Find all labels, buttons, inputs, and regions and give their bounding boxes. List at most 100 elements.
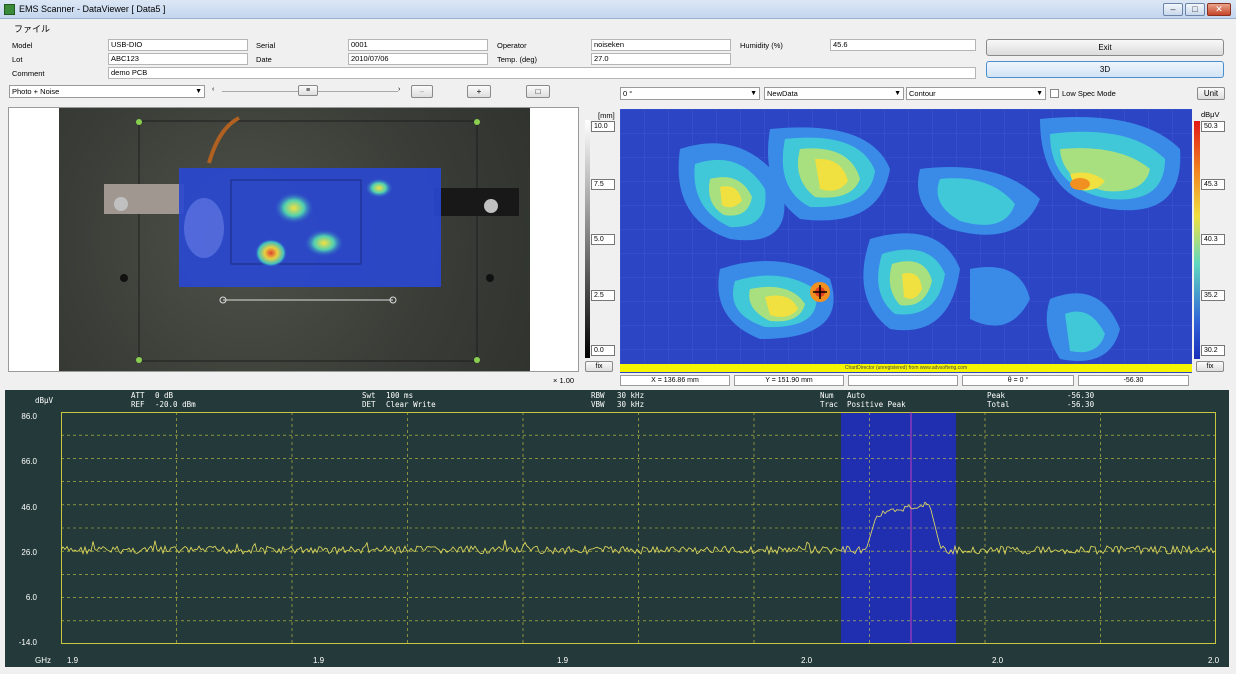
status-x: X = 136.86 mm (620, 375, 730, 386)
peak-value: -56.30 (1067, 391, 1095, 400)
contour-plot (620, 109, 1192, 373)
slider-left-arrow-icon[interactable]: ‹ (212, 86, 214, 93)
view-mode-select[interactable]: Photo + Noise ▼ (9, 85, 205, 98)
window-title: EMS Scanner - DataViewer [ Data5 ] (19, 4, 166, 14)
status-y: Y = 151.90 mm (734, 375, 844, 386)
det-value: Clear Write (386, 400, 436, 409)
plus-button[interactable]: + (467, 85, 491, 98)
app-icon (4, 4, 15, 15)
trac-label: Trac (820, 400, 839, 409)
spectrum-y-tick: 66.0 (21, 457, 37, 466)
colorbar (1194, 121, 1200, 359)
vbw-value: 30 kHz (617, 400, 645, 409)
contour-map[interactable] (620, 109, 1192, 373)
angle-value: 0 ° (623, 89, 633, 98)
contour-z-tick: 35.2 (1201, 290, 1225, 301)
contour-y-unit: [mm] (598, 111, 615, 120)
contour-y-tick: 7.5 (591, 179, 615, 190)
close-button[interactable]: ✕ (1207, 3, 1231, 16)
exit-button[interactable]: Exit (986, 39, 1224, 56)
contour-z-tick: 30.2 (1201, 345, 1225, 356)
title-bar: EMS Scanner - DataViewer [ Data5 ] – □ ✕ (0, 0, 1236, 19)
menu-bar: ファイル (0, 19, 1236, 36)
view-mode-value: Photo + Noise (12, 87, 60, 96)
angle-select[interactable]: 0 ° ▼ (620, 87, 760, 100)
ref-value: -20.0 dBm (155, 400, 196, 409)
slider-right-arrow-icon[interactable]: › (398, 86, 400, 93)
spectrum-panel[interactable]: dBμV ATT 0 dB REF -20.0 dBm Swt 100 ms D… (5, 390, 1229, 667)
slider-thumb[interactable]: ≡ (298, 85, 318, 96)
status-value: -56.30 (1078, 375, 1189, 386)
contour-z-tick: 40.3 (1201, 234, 1225, 245)
low-spec-checkbox[interactable] (1050, 89, 1059, 98)
trac-value: Positive Peak (847, 400, 906, 409)
det-label: DET (362, 400, 376, 409)
contour-z-unit: dBμV (1201, 110, 1220, 119)
spectrum-x-tick: 1.9 (67, 656, 79, 665)
menu-file[interactable]: ファイル (14, 22, 50, 35)
contour-y-tick: 10.0 (591, 121, 615, 132)
minimize-button[interactable]: – (1163, 3, 1183, 16)
spectrum-x-tick: 2.0 (801, 656, 813, 665)
comment-label: Comment (12, 69, 45, 78)
chevron-down-icon: ▼ (1036, 90, 1043, 97)
rbw-value: 30 kHz (617, 391, 645, 400)
status-empty (848, 375, 958, 386)
spectrum-x-tick: 2.0 (992, 656, 1004, 665)
humidity-field[interactable]: 45.6 (830, 39, 976, 51)
total-value: -56.30 (1067, 400, 1095, 409)
temp-label: Temp. (deg) (497, 55, 538, 64)
spectrum-y-unit: dBμV (35, 396, 54, 405)
contour-y-tick: 2.5 (591, 290, 615, 301)
square-button[interactable]: □ (526, 85, 550, 98)
spectrum-x-tick: 2.0 (1208, 656, 1220, 665)
3d-button[interactable]: 3D (986, 61, 1224, 78)
contour-y-tick: 0.0 (591, 345, 615, 356)
swt-label: Swt (362, 391, 376, 400)
dataset-select[interactable]: NewData ▼ (764, 87, 904, 100)
spectrum-plot (61, 412, 1216, 644)
model-label: Model (12, 41, 33, 50)
rbw-label: RBW (591, 391, 605, 400)
operator-field[interactable]: noiseken (591, 39, 731, 51)
spectrum-y-tick: 46.0 (21, 503, 37, 512)
status-theta: θ = 0 ° (962, 375, 1074, 386)
maximize-button[interactable]: □ (1185, 3, 1205, 16)
humidity-label: Humidity (%) (740, 41, 783, 50)
plot-type-select[interactable]: Contour ▼ (906, 87, 1046, 100)
peak-label: Peak (987, 391, 1006, 400)
image-slider[interactable]: ‹ ≡ › (212, 85, 408, 98)
comment-field[interactable]: demo PCB (108, 67, 976, 79)
fix-button-right[interactable]: fix (1196, 361, 1224, 372)
ref-label: REF (131, 400, 145, 409)
spectrum-y-tick: 6.0 (25, 593, 37, 602)
spectrum-y-tick: -14.0 (18, 638, 37, 647)
serial-field[interactable]: 0001 (348, 39, 488, 51)
unit-button[interactable]: Unit (1197, 87, 1225, 100)
total-label: Total (987, 400, 1010, 409)
grayscale-bar (585, 120, 590, 358)
date-label: Date (256, 55, 272, 64)
minus-button[interactable]: – (411, 85, 433, 98)
model-field[interactable]: USB-DIO (108, 39, 248, 51)
contour-z-tick: 50.3 (1201, 121, 1225, 132)
fix-button-left[interactable]: fix (585, 361, 613, 372)
serial-label: Serial (256, 41, 276, 50)
num-value: Auto (847, 391, 866, 400)
contour-y-tick: 5.0 (591, 234, 615, 245)
att-value: 0 dB (155, 391, 174, 400)
lot-field[interactable]: ABC123 (108, 53, 248, 65)
plot-type-value: Contour (909, 89, 936, 98)
operator-label: Operator (497, 41, 527, 50)
low-spec-label: Low Spec Mode (1062, 89, 1116, 98)
zoom-level: × 1.00 (553, 376, 575, 385)
device-photo (59, 108, 530, 371)
dataset-value: NewData (767, 89, 798, 98)
date-field[interactable]: 2010/07/06 (348, 53, 488, 65)
spectrum-y-tick: 26.0 (21, 548, 37, 557)
num-label: Num (820, 391, 834, 400)
temp-field[interactable]: 27.0 (591, 53, 731, 65)
chevron-down-icon: ▼ (894, 90, 901, 97)
att-label: ATT (131, 391, 145, 400)
swt-value: 100 ms (386, 391, 414, 400)
